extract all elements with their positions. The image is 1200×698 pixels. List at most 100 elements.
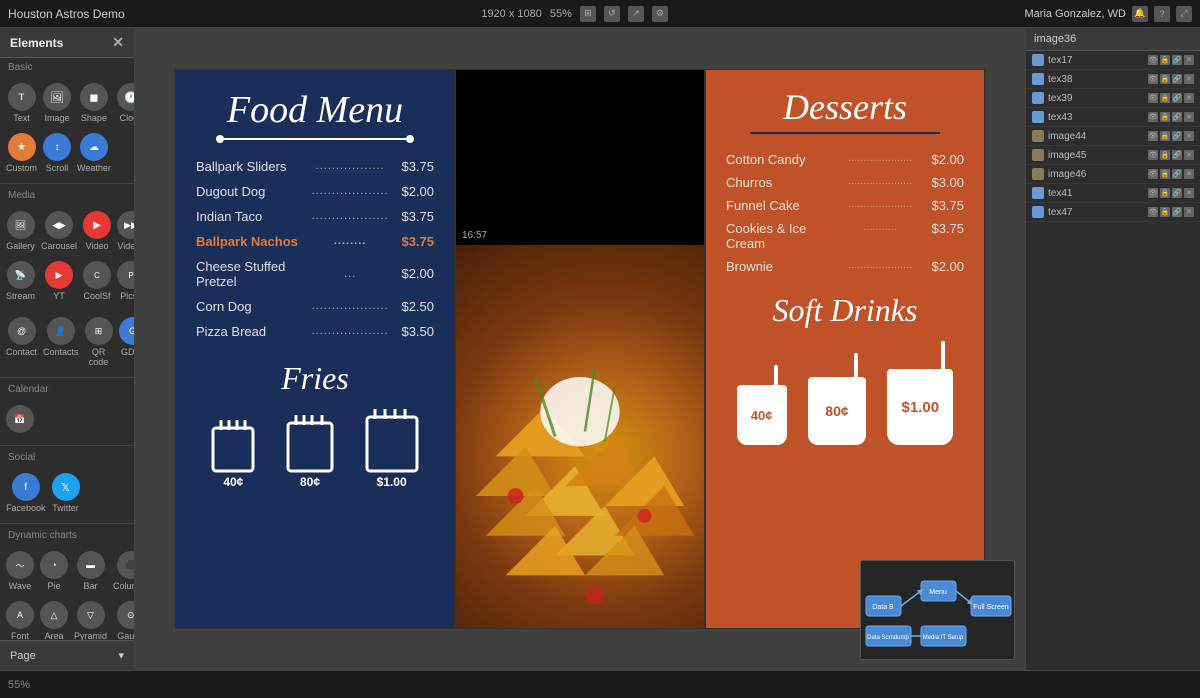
layer-link-icon[interactable]: 🔗: [1172, 188, 1182, 198]
sidebar-item-facebook[interactable]: f Facebook: [4, 469, 48, 517]
share-icon[interactable]: ↗: [628, 6, 644, 22]
layer-delete-icon[interactable]: ✕: [1184, 207, 1194, 217]
layer-visibility-icon[interactable]: 👁: [1148, 207, 1158, 217]
sidebar-item-gdoc[interactable]: G GDoc: [117, 313, 134, 371]
layer-item[interactable]: tex47 👁 🔒 🔗 ✕: [1026, 203, 1200, 222]
shape-icon: ◼: [80, 83, 108, 111]
sidebar-item-wave[interactable]: 〜 Wave: [4, 547, 36, 595]
layer-link-icon[interactable]: 🔗: [1172, 55, 1182, 65]
layer-visibility-icon[interactable]: 👁: [1148, 169, 1158, 179]
settings-icon[interactable]: ⚙: [652, 6, 668, 22]
sidebar-item-gauge[interactable]: ⊙ Gauge: [111, 597, 134, 640]
layer-link-icon[interactable]: 🔗: [1172, 74, 1182, 84]
layer-delete-icon[interactable]: ✕: [1184, 55, 1194, 65]
sidebar-item-video[interactable]: ▶ Video: [81, 207, 113, 255]
layer-link-icon[interactable]: 🔗: [1172, 112, 1182, 122]
drink-cup-large-icon: $1.00: [887, 341, 953, 445]
food-item-name: Ballpark Nachos: [196, 234, 299, 249]
sidebar-item-coolsf[interactable]: C CoolSf: [81, 257, 113, 305]
layer-item[interactable]: tex39 👁 🔒 🔗 ✕: [1026, 89, 1200, 108]
layer-lock-icon[interactable]: 🔒: [1160, 112, 1170, 122]
layer-delete-icon[interactable]: ✕: [1184, 74, 1194, 84]
page-label: Page: [10, 650, 36, 662]
sidebar-item-yt[interactable]: ▶ YT: [39, 257, 79, 305]
list-item: Funnel Cake ..................... $3.75: [726, 194, 964, 217]
layer-item[interactable]: image45 👁 🔒 🔗 ✕: [1026, 146, 1200, 165]
layer-actions: 👁 🔒 🔗 ✕: [1148, 169, 1194, 179]
sidebar-item-pie[interactable]: ◔ Pie: [38, 547, 70, 595]
layer-item[interactable]: tex38 👁 🔒 🔗 ✕: [1026, 70, 1200, 89]
sidebar-item-calendar[interactable]: 📅: [4, 401, 36, 439]
canvas-zoom: 55%: [550, 8, 572, 20]
layer-delete-icon[interactable]: ✕: [1184, 93, 1194, 103]
sidebar-item-area[interactable]: △ Area: [38, 597, 70, 640]
layer-lock-icon[interactable]: 🔒: [1160, 207, 1170, 217]
layer-link-icon[interactable]: 🔗: [1172, 131, 1182, 141]
layer-item[interactable]: tex41 👁 🔒 🔗 ✕: [1026, 184, 1200, 203]
help-icon[interactable]: ?: [1154, 6, 1170, 22]
layer-lock-icon[interactable]: 🔒: [1160, 93, 1170, 103]
sidebar-item-columns[interactable]: ⬛ Columns: [111, 547, 134, 595]
layer-delete-icon[interactable]: ✕: [1184, 150, 1194, 160]
layer-lock-icon[interactable]: 🔒: [1160, 169, 1170, 179]
sidebar-item-scroll[interactable]: ↕ Scroll: [41, 129, 73, 177]
fries-cup-small-label: 40¢: [223, 475, 243, 489]
layer-delete-icon[interactable]: ✕: [1184, 131, 1194, 141]
sidebar-item-qrcode[interactable]: ⊞ QR code: [83, 313, 115, 371]
layer-visibility-icon[interactable]: 👁: [1148, 188, 1158, 198]
sidebar-item-clock[interactable]: 🕐 Clock: [115, 79, 134, 127]
sidebar-item-picss[interactable]: P Picss: [115, 257, 134, 305]
sidebar-item-custom[interactable]: ★ Custom: [4, 129, 39, 177]
layer-visibility-icon[interactable]: 👁: [1148, 93, 1158, 103]
scroll-icon: ↕: [43, 133, 71, 161]
layer-visibility-icon[interactable]: 👁: [1148, 55, 1158, 65]
layer-lock-icon[interactable]: 🔒: [1160, 188, 1170, 198]
layer-item-icon: [1032, 168, 1044, 180]
layer-visibility-icon[interactable]: 👁: [1148, 112, 1158, 122]
layer-item[interactable]: image44 👁 🔒 🔗 ✕: [1026, 127, 1200, 146]
sidebar-item-pyramid[interactable]: ▽ Pyramid: [72, 597, 109, 640]
sidebar-close-icon[interactable]: ✕: [112, 34, 124, 51]
layer-item[interactable]: tex17 👁 🔒 🔗 ✕: [1026, 51, 1200, 70]
expand-icon[interactable]: ⤢: [1176, 6, 1192, 22]
sidebar-item-text[interactable]: T Text: [4, 79, 39, 127]
layer-lock-icon[interactable]: 🔒: [1160, 150, 1170, 160]
refresh-icon[interactable]: ↺: [604, 6, 620, 22]
layer-link-icon[interactable]: 🔗: [1172, 150, 1182, 160]
stream-icon: 📡: [7, 261, 35, 289]
layer-link-icon[interactable]: 🔗: [1172, 169, 1182, 179]
page-tab[interactable]: Page ▾: [0, 640, 134, 670]
layer-lock-icon[interactable]: 🔒: [1160, 55, 1170, 65]
layer-link-icon[interactable]: 🔗: [1172, 207, 1182, 217]
layer-link-icon[interactable]: 🔗: [1172, 93, 1182, 103]
sidebar-item-font[interactable]: A Font: [4, 597, 36, 640]
sidebar-item-stream[interactable]: 📡 Stream: [4, 257, 37, 305]
sidebar-item-contacts2[interactable]: 👤 Contacts: [41, 313, 81, 371]
sidebar-item-gallery[interactable]: 🖼 Gallery: [4, 207, 37, 255]
pyramid-icon: ▽: [77, 601, 105, 629]
notifications-icon[interactable]: 🔔: [1132, 6, 1148, 22]
layer-item[interactable]: image46 👁 🔒 🔗 ✕: [1026, 165, 1200, 184]
sidebar-item-image[interactable]: 🖼 Image: [41, 79, 73, 127]
layer-delete-icon[interactable]: ✕: [1184, 188, 1194, 198]
layer-delete-icon[interactable]: ✕: [1184, 112, 1194, 122]
layer-item[interactable]: tex43 👁 🔒 🔗 ✕: [1026, 108, 1200, 127]
layer-actions: 👁 🔒 🔗 ✕: [1148, 74, 1194, 84]
layer-lock-icon[interactable]: 🔒: [1160, 74, 1170, 84]
layer-lock-icon[interactable]: 🔒: [1160, 131, 1170, 141]
sidebar-item-weather[interactable]: ☁ Weather: [75, 129, 113, 177]
sidebar-item-contact[interactable]: @ Contact: [4, 313, 39, 371]
flow-diagram-svg: Data B Menu Full Screen Data Scrndump Me…: [861, 561, 1016, 661]
grid-icon[interactable]: ⊞: [580, 6, 596, 22]
gdoc-icon: G: [119, 317, 134, 345]
sidebar-item-bar[interactable]: ▬ Bar: [72, 547, 109, 595]
sidebar-item-carousel[interactable]: ◀▶ Carousel: [39, 207, 79, 255]
sidebar-item-twitter[interactable]: 𝕏 Twitter: [50, 469, 82, 517]
sidebar-item-shape[interactable]: ◼ Shape: [75, 79, 113, 127]
layer-visibility-icon[interactable]: 👁: [1148, 150, 1158, 160]
sidebar-item-videos[interactable]: ▶▶ Videos: [115, 207, 134, 255]
layer-delete-icon[interactable]: ✕: [1184, 169, 1194, 179]
layer-visibility-icon[interactable]: 👁: [1148, 131, 1158, 141]
layer-item-name: image46: [1048, 169, 1144, 180]
layer-visibility-icon[interactable]: 👁: [1148, 74, 1158, 84]
